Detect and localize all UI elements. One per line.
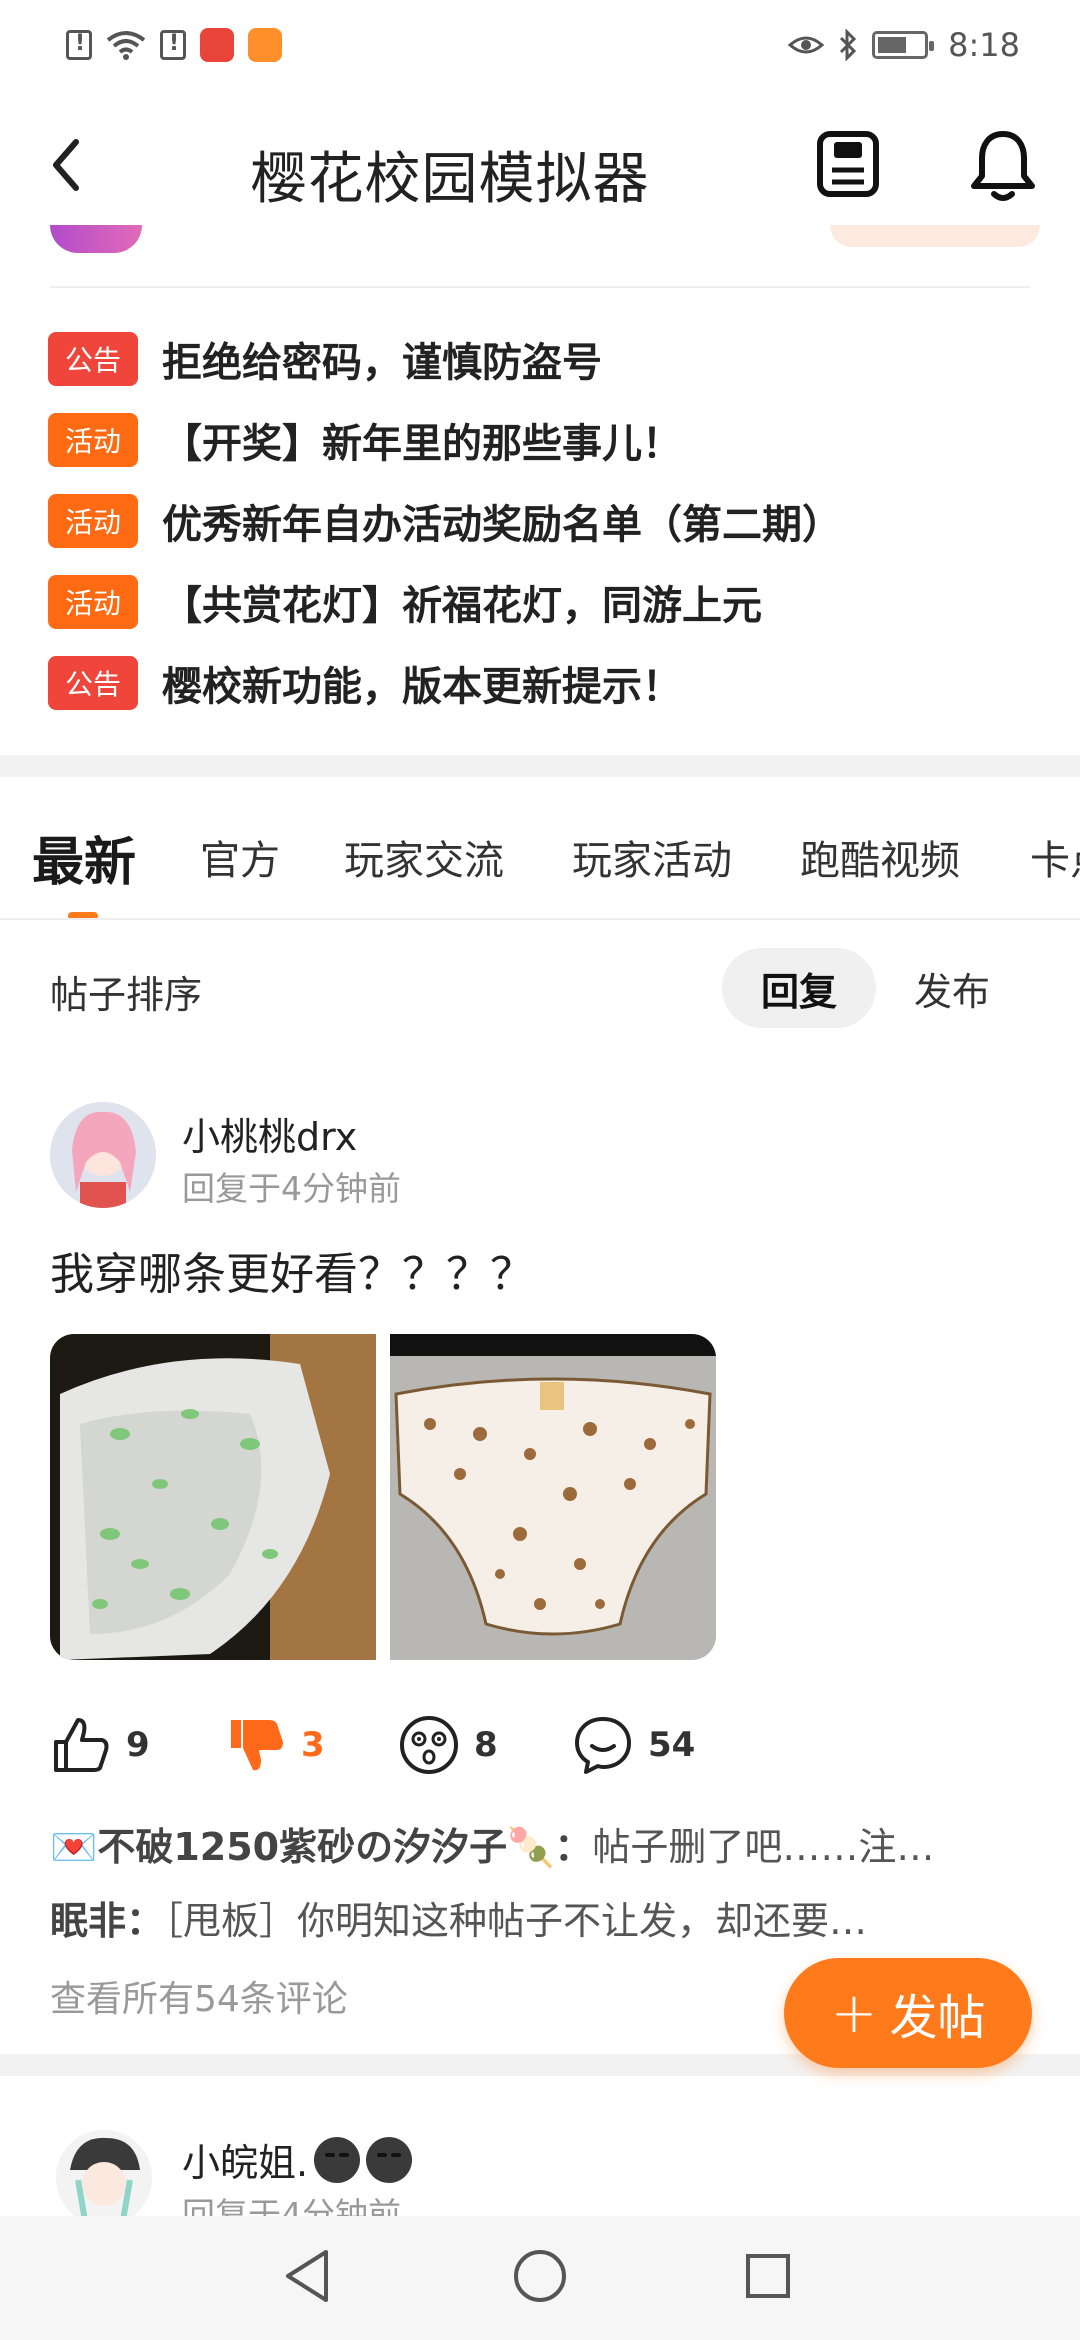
banner-logo-partial [50,225,142,253]
comment-author: 眠非： [50,1899,165,1943]
bell-icon[interactable] [966,126,1040,204]
system-nav-bar [0,2216,1080,2340]
comment-button[interactable]: 54 [572,1710,695,1780]
tab-0[interactable]: 最新 [32,820,136,895]
tab-3[interactable]: 玩家活动 [572,828,732,886]
notice-item[interactable]: 公告 拒绝给密码，谨慎防盗号 [48,318,1048,399]
post-author[interactable]: 小桃桃drx [182,1106,357,1161]
comment-text: ［甩板］你明知这种帖子不让发，却还要… [164,1899,868,1943]
notice-item[interactable]: 公告 樱校新功能，版本更新提示！ [48,642,1048,723]
status-bar: 8:18 [0,0,1080,90]
status-left [66,28,282,62]
nav-back-icon[interactable] [276,2244,340,2308]
notice-text: 樱校新功能，版本更新提示！ [162,663,682,710]
app-header: 樱花校园模拟器 [0,100,1080,230]
huawei-app-icon [200,28,234,62]
dislike-count: 3 [301,1725,325,1765]
section-divider [0,755,1080,777]
notice-text: 拒绝给密码，谨慎防盗号 [162,339,602,386]
reaction-button[interactable]: 8 [398,1710,498,1780]
notice-tag: 活动 [48,574,138,629]
tab-active-indicator [68,912,98,918]
view-all-comments-link[interactable]: 查看所有54条评论 [50,1970,348,2022]
video-app-icon [248,28,282,62]
sort-label: 帖子排序 [50,973,203,1017]
dizzy-face-icon [400,1716,458,1774]
status-time: 8:18 [948,26,1020,64]
notice-tag: 活动 [48,493,138,548]
notice-tag: 活动 [48,412,138,467]
notice-tag: 公告 [48,655,138,710]
status-right: 8:18 [788,26,1020,64]
comment-count: 54 [648,1725,696,1765]
new-post-label: 发帖 [889,1990,986,2046]
category-tabs: 最新 官方 玩家交流 玩家活动 跑酷视频 卡点 [0,800,1080,920]
new-post-button[interactable]: + 发帖 [784,1958,1032,2068]
notice-tag: 公告 [48,331,138,386]
notice-item[interactable]: 活动 【开奖】新年里的那些事儿！ [48,399,1048,480]
bluetooth-icon [840,29,857,61]
dislike-button[interactable]: 3 [225,1710,325,1780]
tab-2[interactable]: 玩家交流 [344,828,504,886]
like-count: 9 [126,1725,150,1765]
comment-icon [575,1717,631,1774]
post-actions: 9 3 8 54 [50,1710,850,1780]
smirk-face-icon [314,2136,361,2183]
clipboard-icon[interactable] [812,128,884,200]
reaction-count: 8 [474,1725,498,1765]
tab-1[interactable]: 官方 [200,828,280,886]
nav-home-icon[interactable] [508,2244,572,2308]
like-button[interactable]: 9 [50,1710,150,1780]
avatar[interactable] [56,2130,152,2226]
divider [50,286,1030,288]
notice-list: 公告 拒绝给密码，谨慎防盗号 活动 【开奖】新年里的那些事儿！ 活动 优秀新年自办活动奖励… [48,318,1048,723]
notice-item[interactable]: 活动 优秀新年自办活动奖励名单（第二期） [48,480,1048,561]
tab-5[interactable]: 卡点 [1030,828,1080,886]
avatar[interactable] [50,1102,156,1208]
banner-button-partial [830,225,1040,247]
post-image[interactable] [390,1334,716,1660]
post-author[interactable]: 小皖姐. [182,2132,413,2187]
wifi-icon [106,31,146,60]
page-title: 樱花校园模拟器 [250,147,650,212]
thumbs-down-icon [231,1720,283,1771]
notice-text: 【共赏花灯】祈福花灯，同游上元 [162,582,762,629]
sort-toggle: 回复 发布 [722,948,1022,1028]
tab-4[interactable]: 跑酷视频 [800,828,960,886]
notice-item[interactable]: 活动 【共赏花灯】祈福花灯，同游上元 [48,561,1048,642]
post-time: 回复于4分钟前 [182,1169,401,1208]
alert-icon [66,30,92,60]
thumbs-up-icon [54,1718,109,1772]
battery-icon [872,31,935,59]
comment-preview[interactable]: 💌不破1250紫砂の汐汐子🍡：帖子删了吧……注… [50,1816,934,1871]
notice-text: 优秀新年自办活动奖励名单（第二期） [162,501,842,548]
sort-option-publish[interactable]: 发布 [882,948,1022,1028]
post-image[interactable] [50,1334,376,1660]
nav-recents-icon[interactable] [736,2244,800,2308]
alert-icon [160,30,186,60]
notice-text: 【开奖】新年里的那些事儿！ [162,420,682,467]
post-text[interactable]: 我穿哪条更好看？？？？ [50,1238,534,1302]
eye-icon [788,36,825,54]
plus-icon: + [830,1980,878,2046]
sort-option-reply[interactable]: 回复 [722,948,876,1028]
comment-preview[interactable]: 眠非：［甩板］你明知这种帖子不让发，却还要… [50,1890,867,1945]
partial-banner [50,225,1040,270]
comment-text: 帖子删了吧……注… [592,1825,935,1869]
smirk-face-icon [366,2136,413,2183]
post-author-name: 小皖姐. [182,2141,309,2185]
comment-author: 💌不破1250紫砂の汐汐子🍡： [50,1825,593,1869]
